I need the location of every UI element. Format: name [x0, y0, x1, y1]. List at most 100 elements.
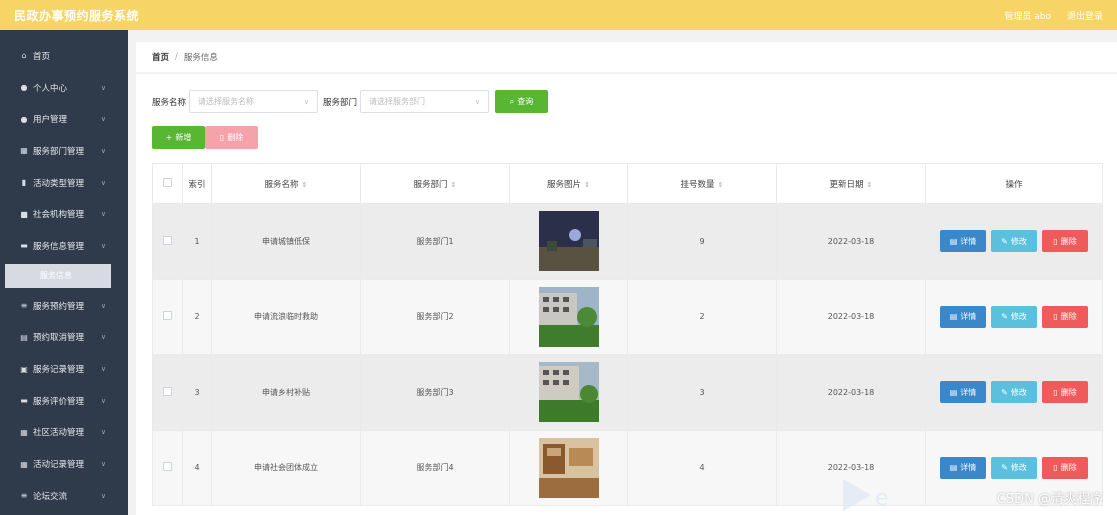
chevron-down-icon: ∨ — [100, 365, 106, 374]
trash-icon: ▯ — [1053, 312, 1058, 322]
chevron-down-icon: ∨ — [100, 428, 106, 437]
search-button[interactable]: ⌕ 查询 — [495, 90, 549, 113]
sidebar-item-social-org[interactable]: ■ 社会机构管理 ∨ — [0, 198, 128, 230]
sidebar-item-label: 服务部门管理 — [33, 146, 85, 157]
sidebar-item-label: 服务记录管理 — [33, 365, 85, 376]
sidebar-item-cancellation[interactable]: ▤ 预约取消管理 ∨ — [0, 322, 128, 354]
cell-service-name: 申请社会团体成立 — [211, 429, 361, 506]
col-count[interactable]: 挂号数量 ⇕ — [627, 163, 777, 204]
filter-row: 服务名称 请选择服务名称 ∨ 服务部门 请选择服务部门 ∨ ⌕ 查询 — [152, 90, 549, 113]
col-date[interactable]: 更新日期 ⇕ — [776, 163, 926, 204]
edit-button[interactable]: ✎ 修改 — [991, 456, 1037, 479]
row-checkbox[interactable] — [163, 235, 172, 245]
cell-count: 3 — [627, 354, 777, 431]
sort-icon[interactable]: ⇕ — [451, 181, 457, 189]
sort-icon[interactable]: ⇕ — [302, 181, 308, 189]
cell-date: 2022-03-18 — [776, 278, 926, 355]
detail-icon: ▤ — [949, 312, 958, 322]
sidebar-item-service-info[interactable]: ▬ 服务信息管理 ∨ — [0, 230, 128, 262]
sidebar-item-dept-management[interactable]: ▦ 服务部门管理 ∨ — [0, 135, 128, 167]
col-service-dept[interactable]: 服务部门 ⇕ — [360, 163, 510, 204]
table-row: 2 申请流浪临时救助 服务部门2 2 2022-03-18 ▤详情 ✎修改 — [152, 278, 1103, 355]
trash-icon: ▯ — [219, 133, 225, 142]
chevron-down-icon: ∨ — [100, 83, 106, 92]
delete-button[interactable]: ▯ 删除 — [1042, 230, 1088, 253]
sidebar-item-home[interactable]: ⌂ 首页 — [0, 40, 128, 72]
comment-icon: ▬ — [20, 241, 28, 251]
sort-icon[interactable]: ⇕ — [718, 181, 724, 189]
detail-button[interactable]: ▤ 详情 — [940, 381, 986, 404]
delete-button[interactable]: ▯ 删除 — [1042, 305, 1088, 328]
batch-delete-label: 删除 — [227, 133, 244, 142]
app-title: 民政办事预约服务系统 — [14, 8, 140, 23]
cell-ops: ▤ 详情 ✎ 修改 ▯ 删除 — [925, 278, 1103, 355]
row-select-cell — [152, 203, 183, 280]
sidebar-item-label: 社区活动管理 — [33, 428, 85, 439]
sidebar-item-user-management[interactable]: ● 用户管理 ∨ — [0, 103, 128, 135]
chevron-down-icon: ∨ — [100, 146, 106, 155]
batch-delete-button[interactable]: ▯ 删除 — [205, 126, 258, 149]
delete-button[interactable]: ▯ 删除 — [1042, 456, 1088, 479]
detail-button[interactable]: ▤ 详情 — [940, 305, 986, 328]
table-row: 4 申请社会团体成立 服务部门4 4 2022-03-18 ▤详情 ✎修改 — [152, 429, 1103, 506]
col-service-image-label: 服务图片 — [547, 179, 582, 190]
sidebar-item-forum[interactable]: ≡ 论坛交流 ∨ — [0, 480, 128, 512]
cell-service-name: 申请流浪临时救助 — [211, 278, 361, 355]
col-service-name-label: 服务名称 — [264, 179, 299, 190]
edit-button[interactable]: ✎ 修改 — [991, 381, 1037, 404]
sidebar-item-community-activity[interactable]: ▦ 社区活动管理 ∨ — [0, 417, 128, 449]
col-service-image[interactable]: 服务图片 ⇕ — [509, 163, 628, 204]
cell-service-dept: 服务部门3 — [360, 354, 510, 431]
sidebar-item-records[interactable]: ▣ 服务记录管理 ∨ — [0, 353, 128, 385]
chevron-down-icon: ∨ — [100, 301, 106, 310]
cell-service-name: 申请乡村补贴 — [211, 354, 361, 431]
sidebar-item-label: 活动记录管理 — [33, 460, 85, 471]
sidebar-item-label: 论坛交流 — [33, 491, 68, 502]
cell-service-image — [509, 278, 628, 355]
cell-ops: ▤ 详情 ✎ 修改 ▯ 删除 — [925, 354, 1103, 431]
col-service-name[interactable]: 服务名称 ⇕ — [211, 163, 361, 204]
sidebar-item-evaluation[interactable]: ▬ 服务评价管理 ∨ — [0, 385, 128, 417]
select-all-checkbox[interactable] — [163, 177, 172, 187]
row-checkbox[interactable] — [163, 386, 172, 396]
cell-index: 3 — [182, 354, 212, 431]
row-checkbox[interactable] — [163, 462, 172, 472]
sidebar-item-personal-center[interactable]: ● 个人中心 ∨ — [0, 72, 128, 104]
service-dept-select[interactable]: 请选择服务部门 ∨ — [360, 90, 490, 113]
sort-icon[interactable]: ⇕ — [867, 181, 873, 189]
header-actions: 管理员 abo 退出登录 — [1004, 9, 1103, 22]
edit-button[interactable]: ✎ 修改 — [991, 230, 1037, 253]
sidebar-item-activity-type[interactable]: ▮ 活动类型管理 ∨ — [0, 167, 128, 199]
sidebar-item-appointment[interactable]: ≡ 服务预约管理 ∨ — [0, 290, 128, 322]
delete-button[interactable]: ▯ 删除 — [1042, 381, 1088, 404]
cell-index: 2 — [182, 278, 212, 355]
breadcrumb-home[interactable]: 首页 — [152, 51, 169, 63]
building-icon: ■ — [20, 209, 28, 219]
sidebar-item-label: 服务预约管理 — [33, 301, 85, 312]
detail-button[interactable]: ▤ 详情 — [940, 456, 986, 479]
edit-button[interactable]: ✎ 修改 — [991, 305, 1037, 328]
add-button-label: 新增 — [175, 133, 192, 142]
sidebar-item-activity-records[interactable]: ▦ 活动记录管理 ∨ — [0, 448, 128, 480]
sidebar-subitem-service-info[interactable]: 服务信息 — [5, 263, 111, 288]
current-user-label[interactable]: 管理员 abo — [1004, 9, 1051, 22]
cell-index: 1 — [182, 203, 212, 280]
logout-link[interactable]: 退出登录 — [1067, 9, 1103, 22]
calendar-icon: ▤ — [20, 332, 28, 342]
service-dept-placeholder: 请选择服务部门 — [369, 97, 426, 106]
edit-label: 修改 — [1010, 463, 1027, 473]
cell-index: 4 — [182, 429, 212, 506]
sort-icon[interactable]: ⇕ — [584, 181, 590, 189]
cell-service-image — [509, 354, 628, 431]
add-button[interactable]: + 新增 — [152, 126, 205, 149]
bar-chart-icon: ▮ — [21, 178, 27, 188]
select-all-cell — [152, 163, 183, 204]
home-icon: ⌂ — [21, 51, 27, 61]
grid-icon: ▦ — [20, 427, 28, 437]
service-name-select[interactable]: 请选择服务名称 ∨ — [189, 90, 319, 113]
chevron-down-icon: ∨ — [100, 210, 106, 219]
cell-service-image — [509, 203, 628, 280]
detail-button[interactable]: ▤ 详情 — [940, 230, 986, 253]
col-ops: 操作 — [925, 163, 1103, 204]
row-checkbox[interactable] — [163, 311, 172, 321]
